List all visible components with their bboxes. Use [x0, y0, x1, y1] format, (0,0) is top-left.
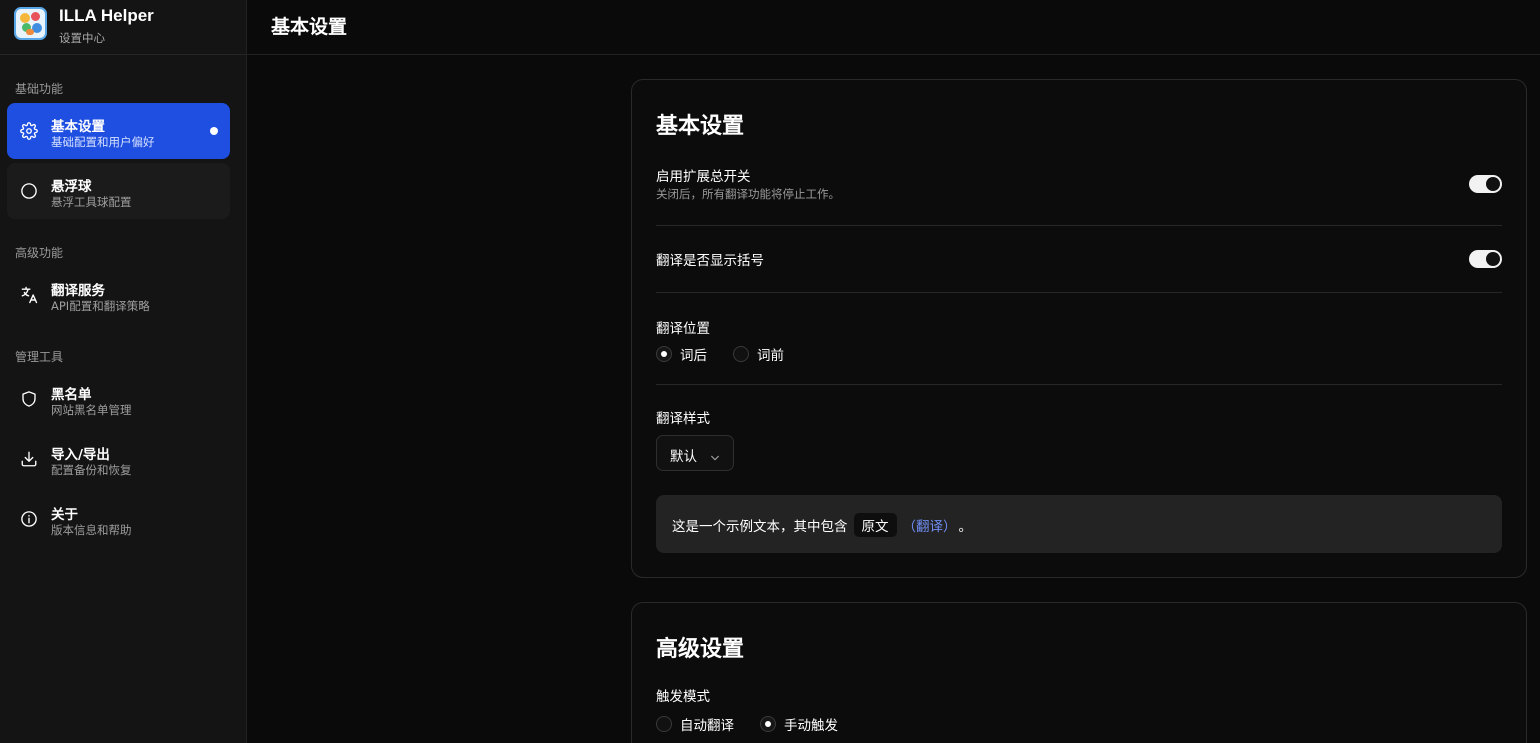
trigger-label: 触发模式 [656, 689, 710, 705]
sidebar-item-desc: 悬浮工具球配置 [51, 195, 132, 209]
page-title: 基本设置 [271, 16, 348, 38]
sidebar-item-label: 导入/导出 [51, 447, 110, 463]
master-switch-desc: 关闭后，所有翻译功能将停止工作。 [656, 187, 840, 201]
app-subtitle: 设置中心 [59, 31, 105, 45]
position-label: 翻译位置 [656, 321, 710, 337]
section-label-basic: 基础功能 [15, 82, 64, 96]
radio-after-word[interactable]: 词后 [656, 344, 707, 364]
radio-circle [656, 346, 672, 362]
radio-label: 词前 [757, 348, 784, 364]
radio-label: 词后 [680, 348, 707, 364]
preview-text: 这是一个示例文本，其中包含 原文 （翻译） 。 [672, 513, 972, 537]
gear-icon [19, 121, 39, 141]
circle-icon [19, 181, 39, 201]
radio-circle [656, 716, 672, 732]
sidebar-item-desc: API配置和翻译策略 [51, 299, 150, 313]
toggle-knob [1486, 177, 1500, 191]
active-indicator [210, 127, 218, 135]
sidebar-item-floating-ball[interactable]: 悬浮球 悬浮工具球配置 [7, 163, 230, 219]
sidebar-item-desc: 基础配置和用户偏好 [51, 135, 155, 149]
preview-sentence: 这是一个示例文本，其中包含 [672, 519, 848, 535]
style-select[interactable]: 默认 [656, 435, 734, 471]
download-icon [19, 449, 39, 469]
master-switch-label: 启用扩展总开关 [656, 169, 751, 185]
sidebar-item-desc: 配置备份和恢复 [51, 463, 132, 477]
sidebar-item-label: 悬浮球 [51, 179, 92, 195]
divider [656, 384, 1502, 385]
advanced-settings-card: 高级设置 触发模式 自动翻译 手动触发 [631, 602, 1527, 743]
sidebar-item-label: 黑名单 [51, 387, 92, 403]
sidebar: ILLA Helper 设置中心 基础功能 基本设置 基础配置和用户偏好 悬浮球… [0, 0, 247, 743]
info-icon [19, 509, 39, 529]
basic-settings-card: 基本设置 启用扩展总开关 关闭后，所有翻译功能将停止工作。 翻译是否显示括号 翻… [631, 79, 1527, 578]
radio-label: 自动翻译 [680, 718, 734, 734]
divider [656, 292, 1502, 293]
sidebar-item-desc: 版本信息和帮助 [51, 523, 132, 537]
sidebar-item-basic-settings[interactable]: 基本设置 基础配置和用户偏好 [7, 103, 230, 159]
radio-before-word[interactable]: 词前 [733, 344, 784, 364]
shield-icon [19, 389, 39, 409]
radio-manual-trigger[interactable]: 手动触发 [760, 714, 838, 734]
brand-header: ILLA Helper 设置中心 [0, 0, 246, 55]
sidebar-item-blacklist[interactable]: 黑名单 网站黑名单管理 [7, 371, 230, 427]
sidebar-item-label: 关于 [51, 507, 78, 523]
sidebar-item-import-export[interactable]: 导入/导出 配置备份和恢复 [7, 431, 230, 487]
preview-translation: （翻译） [902, 519, 957, 535]
master-switch-toggle[interactable] [1469, 175, 1502, 193]
radio-label: 手动触发 [784, 718, 838, 734]
chevron-down-icon [710, 448, 720, 467]
translate-icon [19, 285, 39, 305]
section-label-tools: 管理工具 [15, 350, 64, 364]
card-title: 高级设置 [656, 637, 745, 662]
card-title: 基本设置 [656, 114, 745, 139]
style-label: 翻译样式 [656, 411, 710, 427]
app-title: ILLA Helper [59, 6, 154, 25]
radio-circle [760, 716, 776, 732]
position-radio-group: 词后 词前 [656, 344, 810, 364]
sidebar-item-desc: 网站黑名单管理 [51, 403, 132, 417]
sidebar-item-label: 翻译服务 [51, 283, 105, 299]
trigger-radio-group: 自动翻译 手动触发 [656, 714, 864, 734]
preview-original: 原文 [853, 513, 897, 537]
preview-end: 。 [958, 519, 973, 535]
radio-circle [733, 346, 749, 362]
radio-auto-translate[interactable]: 自动翻译 [656, 714, 734, 734]
sidebar-item-translation-service[interactable]: 翻译服务 API配置和翻译策略 [7, 267, 230, 323]
page-header: 基本设置 [247, 0, 1540, 55]
select-value: 默认 [670, 449, 697, 465]
sidebar-item-label: 基本设置 [51, 119, 105, 135]
brackets-toggle[interactable] [1469, 250, 1502, 268]
divider [656, 225, 1502, 226]
brackets-label: 翻译是否显示括号 [656, 253, 764, 269]
toggle-knob [1486, 252, 1500, 266]
style-preview: 这是一个示例文本，其中包含 原文 （翻译） 。 [656, 495, 1502, 553]
section-label-advanced: 高级功能 [15, 246, 64, 260]
sidebar-item-about[interactable]: 关于 版本信息和帮助 [7, 491, 230, 547]
app-logo [14, 7, 47, 40]
